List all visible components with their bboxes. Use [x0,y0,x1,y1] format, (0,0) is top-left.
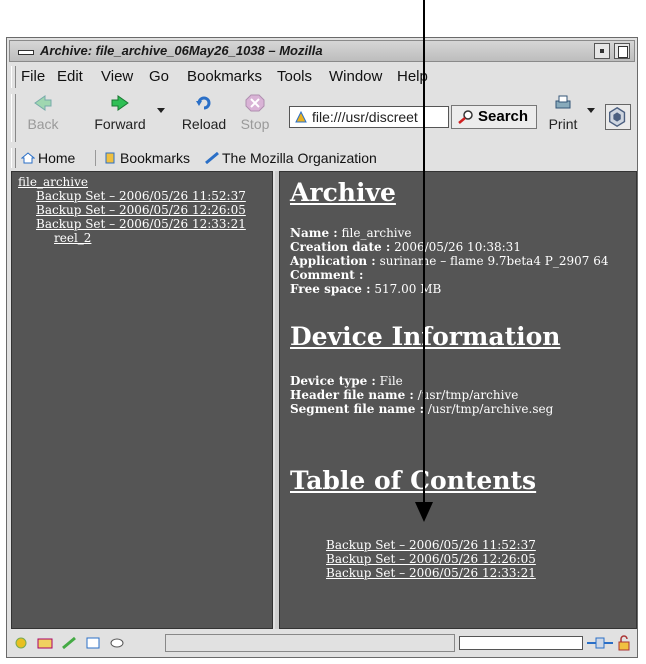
mail-icon[interactable] [37,636,53,650]
reload-label: Reload [181,116,227,132]
right-frame[interactable]: Archive Name : file_archive Creation dat… [279,171,637,629]
device-info: Device type : File Header file name : /u… [290,374,553,416]
navigation-toolbar: Back Forward Reload Stop file:///usr/dis… [9,92,635,144]
menu-bookmarks[interactable]: Bookmarks [187,68,262,85]
maximize-button[interactable] [614,43,630,59]
bookmarks-link[interactable]: Bookmarks [103,150,190,166]
free-space-value: 517.00 MB [374,282,442,296]
mozilla-link-icon [205,152,219,164]
forward-button[interactable]: Forward [89,94,151,140]
archive-heading: Archive [290,178,396,207]
archive-info: Name : file_archive Creation date : 2006… [290,226,608,296]
name-label: Name : [290,226,338,240]
page-proxy-icon [295,110,307,123]
menu-bar: File Edit View Go Bookmarks Tools Window… [9,64,635,90]
archive-tree: file_archive Backup Set – 2006/05/26 11:… [18,175,246,245]
name-value: file_archive [341,226,412,240]
segment-file-value: /usr/tmp/archive.seg [427,402,554,416]
tree-backup-set-link[interactable]: Backup Set – 2006/05/26 11:52:37 [36,189,246,203]
header-file-label: Header file name : [290,388,414,402]
creation-date-label: Creation date : [290,240,391,254]
home-link[interactable]: Home [21,150,75,166]
composer-icon[interactable] [61,636,77,650]
address-book-icon[interactable] [85,636,101,650]
stop-icon [245,94,265,112]
toc-heading: Table of Contents [290,466,537,495]
forward-arrow-icon [111,95,129,111]
back-button[interactable]: Back [23,94,63,140]
print-label: Print [548,116,578,132]
segment-file-label: Segment file name : [290,402,425,416]
status-bar [9,633,635,655]
progress-meter [459,636,583,650]
online-status-icon[interactable] [587,636,613,650]
menu-window[interactable]: Window [329,68,382,85]
application-label: Application : [290,254,376,268]
print-button[interactable]: Print [543,94,583,140]
toolbar-grip[interactable] [11,148,16,168]
menu-tools[interactable]: Tools [277,68,312,85]
stop-button[interactable]: Stop [237,94,273,140]
window-menu-button[interactable] [14,44,36,58]
toc-backup-set-link[interactable]: Backup Set – 2006/05/26 11:52:37 [326,538,536,552]
free-space-label: Free space : [290,282,371,296]
forward-label: Forward [94,116,146,132]
chat-icon[interactable] [109,636,125,650]
back-label: Back [27,116,59,132]
back-arrow-icon [34,95,52,111]
application-value: suriname – flame 9.7beta4 P_2907 64 [379,254,609,268]
component-bar [13,636,163,652]
content-area: file_archive Backup Set – 2006/05/26 11:… [9,171,637,631]
bookmark-icon [105,152,115,164]
reload-icon [196,96,211,110]
reload-button[interactable]: Reload [177,94,231,140]
browser-window: Archive: file_archive_06May26_1038 – Moz… [6,37,638,658]
print-dropdown-icon[interactable] [587,108,595,113]
printer-icon [555,95,571,109]
creation-date-value: 2006/05/26 10:38:31 [394,240,521,254]
home-icon [21,152,35,164]
left-frame[interactable]: file_archive Backup Set – 2006/05/26 11:… [11,171,273,629]
personal-toolbar: Home Bookmarks The Mozilla Organization [9,146,635,170]
search-icon [458,110,473,124]
throbber[interactable] [605,104,631,130]
device-info-heading: Device Information [290,322,561,351]
bookmarks-label: Bookmarks [120,150,191,166]
toolbar-grip[interactable] [11,66,16,88]
menu-view[interactable]: View [101,68,133,85]
security-lock-icon[interactable] [617,635,631,651]
search-label: Search [478,108,529,125]
toolbar-grip[interactable] [11,94,16,142]
menu-help[interactable]: Help [397,68,428,85]
mozilla-throbber-icon [609,106,626,128]
toc-backup-set-link[interactable]: Backup Set – 2006/05/26 12:26:05 [326,552,536,566]
menu-edit[interactable]: Edit [57,68,83,85]
stop-label: Stop [240,116,270,132]
device-type-label: Device type : [290,374,376,388]
url-text: file:///usr/discreet [312,109,418,125]
home-label: Home [38,150,76,166]
menu-file[interactable]: File [21,68,45,85]
toc-backup-set-link[interactable]: Backup Set – 2006/05/26 12:33:21 [326,566,536,580]
search-button[interactable]: Search [451,105,537,129]
table-of-contents: Backup Set – 2006/05/26 11:52:37 Backup … [326,538,536,580]
status-text [165,634,455,652]
tree-root-link[interactable]: file_archive [18,175,246,189]
title-bar[interactable]: Archive: file_archive_06May26_1038 – Moz… [9,40,635,62]
window-title: Archive: file_archive_06May26_1038 – Moz… [40,43,323,58]
separator [95,150,96,166]
forward-dropdown-icon[interactable] [157,108,165,113]
tree-reel-link[interactable]: reel_2 [54,231,246,245]
url-field[interactable]: file:///usr/discreet [289,106,449,128]
minimize-button[interactable] [594,43,610,59]
navigator-icon[interactable] [13,636,29,650]
mozilla-org-label: The Mozilla Organization [222,150,377,166]
tree-backup-set-link[interactable]: Backup Set – 2006/05/26 12:33:21 [36,217,246,231]
menu-go[interactable]: Go [149,68,169,85]
device-type-value: File [379,374,403,388]
tree-backup-set-link[interactable]: Backup Set – 2006/05/26 12:26:05 [36,203,246,217]
header-file-value: /usr/tmp/archive [417,388,519,402]
mozilla-org-link[interactable]: The Mozilla Organization [205,150,377,166]
comment-label: Comment : [290,268,364,282]
